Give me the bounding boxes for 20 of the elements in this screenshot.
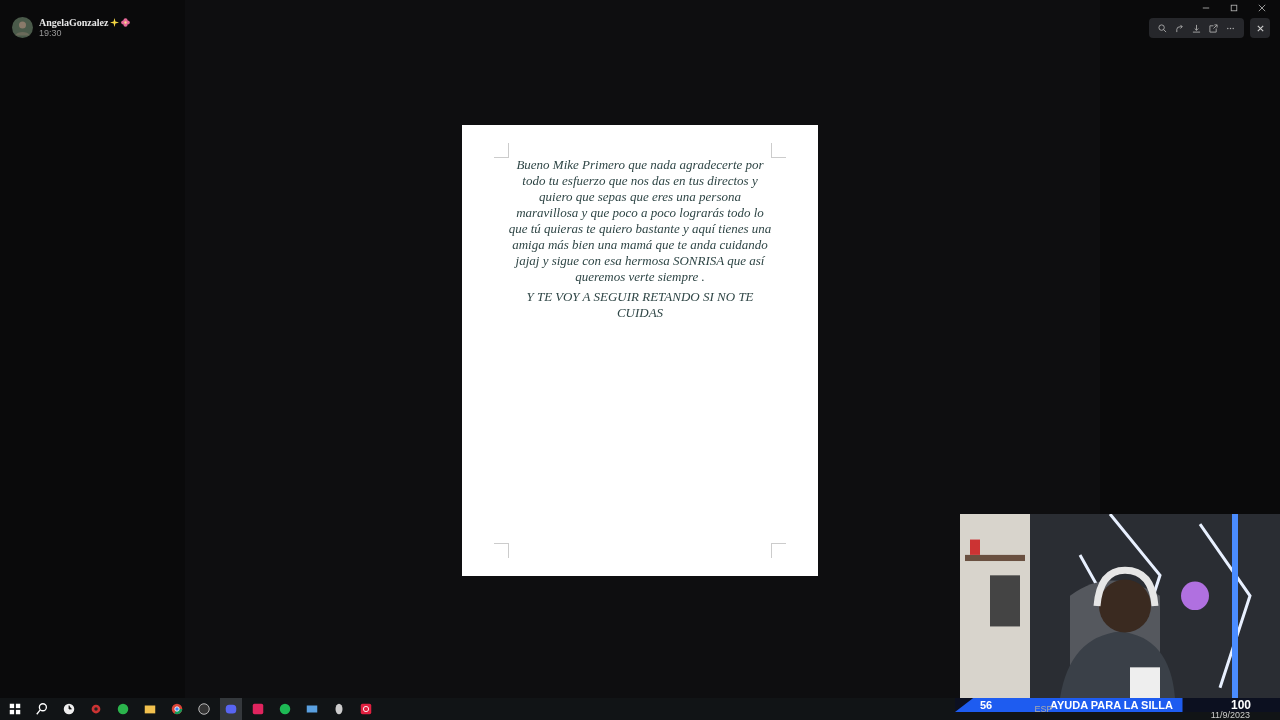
sparkle-icon [110,18,120,27]
maximize-icon[interactable] [1230,4,1238,12]
flower-icon [121,18,131,27]
zoom-icon[interactable] [1158,23,1167,33]
letter-paragraph: Bueno Mike Primero que nada agradecerte por todo tu esfuerzo que nos das en tus directos y quiero que sepas que eres una persona maravillosa y que poco a poco lograrás todo lo que tú quieras te quiero bastante y aquí tienes una amiga más bien una mamá que te anda cuidando jajaj y sigue con esa hermosa SONRISA que así queremos verte siempre . [508,157,772,285]
timestamp: 19:30 [39,28,63,38]
share-icon[interactable] [1175,23,1184,33]
letter-paragraph: Y TE VOY A SEGUIR RETANDO SI NO TE CUIDAS [525,289,755,321]
avatar-icon [12,17,33,38]
taskbar-date: 11/9/2023 [1210,710,1250,720]
goal-count: 56 [980,698,993,712]
close-icon[interactable] [1258,4,1266,12]
user-name: AngelaGonzalez [39,17,109,28]
goal-target: 100 [1231,698,1252,712]
download-icon[interactable] [1192,23,1201,33]
open-external-icon[interactable] [1209,23,1218,33]
goal-title: AYUDA PARA LA SILLA [1050,698,1173,711]
minimize-icon[interactable] [1202,4,1210,12]
close-icon [1255,23,1265,33]
close-button[interactable] [1250,18,1270,38]
